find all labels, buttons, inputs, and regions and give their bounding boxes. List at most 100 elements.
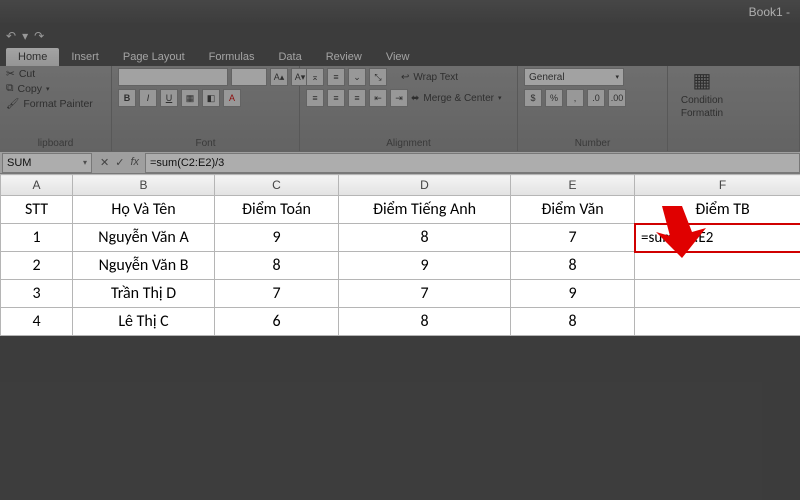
col-header[interactable]: D	[339, 175, 511, 196]
col-header[interactable]: C	[215, 175, 339, 196]
cell[interactable]: 7	[511, 224, 635, 252]
redo-icon[interactable]: ↷	[34, 29, 44, 43]
active-cell[interactable]: =sum(C2:E2	[635, 224, 800, 252]
group-number: General▾ $ % , .0 .00 Number	[518, 66, 668, 151]
indent-dec-button[interactable]: ⇤	[369, 89, 387, 107]
align-top-button[interactable]: ⌅	[306, 68, 324, 86]
cell[interactable]: 9	[215, 224, 339, 252]
cell[interactable]: 7	[339, 280, 511, 308]
cell[interactable]: 7	[215, 280, 339, 308]
font-color-button[interactable]: A	[223, 89, 241, 107]
undo-icon[interactable]: ↶	[6, 29, 16, 43]
orientation-button[interactable]: ⤡	[369, 68, 387, 86]
group-label: Font	[118, 136, 293, 149]
cell[interactable]: Lê Thị C	[73, 308, 215, 336]
align-left-button[interactable]: ≡	[306, 89, 324, 107]
merge-center-button[interactable]: ⬌Merge & Center▾	[411, 93, 502, 104]
cell[interactable]: 3	[1, 280, 73, 308]
wrap-text-button[interactable]: ↩Wrap Text	[401, 72, 458, 83]
fx-button[interactable]: fx	[130, 156, 139, 169]
cell[interactable]	[635, 280, 800, 308]
group-styles: ▦ Condition Formattin	[668, 66, 800, 151]
align-bottom-button[interactable]: ⌄	[348, 68, 366, 86]
currency-button[interactable]: $	[524, 89, 542, 107]
format-painter-button[interactable]: 🖌Format Painter	[6, 97, 93, 110]
font-name-select[interactable]	[118, 68, 228, 86]
cell[interactable]: 6	[215, 308, 339, 336]
tab-view[interactable]: View	[374, 48, 422, 66]
cell[interactable]: 9	[511, 280, 635, 308]
cancel-formula-button[interactable]: ✕	[100, 156, 109, 169]
cut-button[interactable]: ✂Cut	[6, 68, 93, 80]
group-font: A▴ A▾ B I U ▦ ◧ A Font	[112, 66, 300, 151]
bold-button[interactable]: B	[118, 89, 136, 107]
tab-review[interactable]: Review	[314, 48, 374, 66]
border-button[interactable]: ▦	[181, 89, 199, 107]
cell[interactable]: Điểm Văn	[511, 196, 635, 224]
cell[interactable]: 8	[339, 224, 511, 252]
cell[interactable]: 8	[511, 308, 635, 336]
indent-inc-button[interactable]: ⇥	[390, 89, 408, 107]
col-header[interactable]: A	[1, 175, 73, 196]
increase-decimal-button[interactable]: .0	[587, 89, 605, 107]
cell[interactable]: 8	[339, 308, 511, 336]
cell[interactable]: Nguyễn Văn A	[73, 224, 215, 252]
copy-button[interactable]: ⧉Copy▾	[6, 82, 93, 95]
enter-formula-button[interactable]: ✓	[115, 156, 124, 169]
cell[interactable]: Điểm TB	[635, 196, 800, 224]
formula-input[interactable]: =sum(C2:E2)/3	[145, 153, 800, 173]
table-row: STT Họ Và Tên Điểm Toán Điểm Tiếng Anh Đ…	[1, 196, 800, 224]
col-header[interactable]: B	[73, 175, 215, 196]
underline-button[interactable]: U	[160, 89, 178, 107]
cell[interactable]	[635, 252, 800, 280]
group-label: lipboard	[6, 136, 105, 149]
cell[interactable]: 8	[215, 252, 339, 280]
italic-button[interactable]: I	[139, 89, 157, 107]
grow-font-button[interactable]: A▴	[270, 68, 288, 86]
cell[interactable]	[635, 308, 800, 336]
chevron-down-icon[interactable]: ▾	[83, 158, 87, 167]
percent-button[interactable]: %	[545, 89, 563, 107]
window-title: Book1 -	[749, 5, 790, 19]
decrease-decimal-button[interactable]: .00	[608, 89, 626, 107]
cell[interactable]: Nguyễn Văn B	[73, 252, 215, 280]
conditional-formatting-icon: ▦	[693, 68, 712, 93]
chevron-down-icon: ▾	[46, 85, 50, 93]
cell[interactable]: 9	[339, 252, 511, 280]
number-format-select[interactable]: General▾	[524, 68, 624, 86]
cell[interactable]: Trần Thị D	[73, 280, 215, 308]
col-header[interactable]: F	[635, 175, 800, 196]
cell[interactable]: Họ Và Tên	[73, 196, 215, 224]
group-label	[674, 147, 793, 149]
column-headers: A B C D E F	[1, 175, 800, 196]
fill-color-button[interactable]: ◧	[202, 89, 220, 107]
tab-home[interactable]: Home	[6, 48, 59, 66]
spreadsheet[interactable]: A B C D E F STT Họ Và Tên Điểm Toán Điểm…	[0, 174, 800, 336]
cell[interactable]: STT	[1, 196, 73, 224]
group-label: Number	[524, 136, 661, 149]
align-middle-button[interactable]: ≡	[327, 68, 345, 86]
conditional-formatting-button[interactable]: ▦ Condition Formattin	[674, 68, 730, 119]
ribbon: ✂Cut ⧉Copy▾ 🖌Format Painter lipboard A▴ …	[0, 66, 800, 152]
cell[interactable]: 8	[511, 252, 635, 280]
cell[interactable]: Điểm Toán	[215, 196, 339, 224]
merge-icon: ⬌	[411, 93, 419, 104]
cell[interactable]: 2	[1, 252, 73, 280]
tab-formulas[interactable]: Formulas	[197, 48, 267, 66]
copy-icon: ⧉	[6, 82, 14, 95]
comma-button[interactable]: ,	[566, 89, 584, 107]
align-center-button[interactable]: ≡	[327, 89, 345, 107]
name-box[interactable]: SUM ▾	[2, 153, 92, 173]
brush-icon: 🖌	[6, 97, 19, 110]
col-header[interactable]: E	[511, 175, 635, 196]
cell[interactable]: 4	[1, 308, 73, 336]
tab-page-layout[interactable]: Page Layout	[111, 48, 197, 66]
cell[interactable]: 1	[1, 224, 73, 252]
font-size-select[interactable]	[231, 68, 267, 86]
tab-data[interactable]: Data	[266, 48, 313, 66]
qat-dropdown-icon[interactable]: ▾	[22, 29, 28, 43]
table-row: 4 Lê Thị C 6 8 8	[1, 308, 800, 336]
cell[interactable]: Điểm Tiếng Anh	[339, 196, 511, 224]
align-right-button[interactable]: ≡	[348, 89, 366, 107]
tab-insert[interactable]: Insert	[59, 48, 111, 66]
